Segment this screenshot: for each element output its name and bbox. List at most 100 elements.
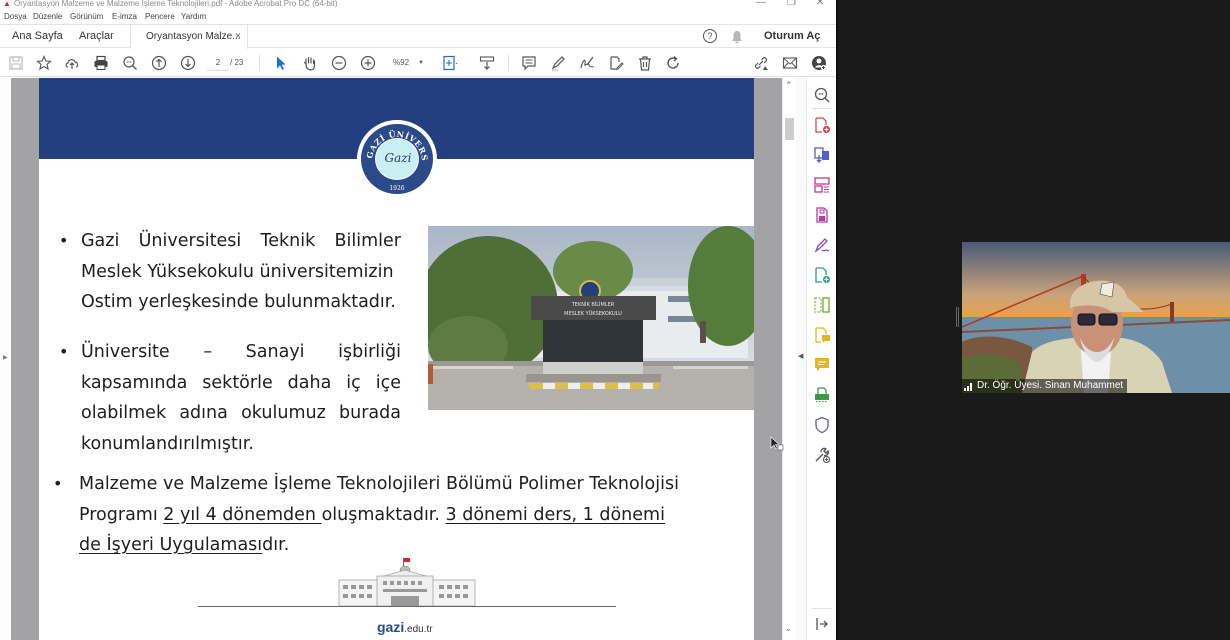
university-building-illustration xyxy=(338,558,476,607)
tools-separator xyxy=(812,608,832,609)
campus-photo: Merkezi TEKNİK BİLİMLER MESLEK YÜKSEKOKU… xyxy=(428,226,754,410)
scroll-down-icon[interactable]: ⌄ xyxy=(785,624,792,633)
word: sektörle xyxy=(202,372,273,393)
tab-home[interactable]: Ana Sayfa xyxy=(12,25,63,48)
participant-video-tile[interactable]: Dr. Öğr. Üyesi. Sinan Muhammet xyxy=(962,242,1230,393)
gazi-domain: .edu.tr xyxy=(404,624,433,635)
window-title: Oryantasyon Malzeme ve Malzeme İşleme Te… xyxy=(14,0,338,8)
menu-bar: Dosya Düzenle Görünüm E-imza Pencere Yar… xyxy=(0,11,836,24)
participant-name: Dr. Öğr. Üyesi. Sinan Muhammet xyxy=(977,380,1124,391)
collapse-right-panel-arrow-icon[interactable]: ◀ xyxy=(798,352,803,360)
compress-pdf-icon[interactable] xyxy=(813,206,831,224)
menu-view[interactable]: Görünüm xyxy=(70,12,103,21)
search-icon[interactable] xyxy=(121,54,139,72)
protect-icon[interactable] xyxy=(813,416,831,434)
create-pdf-icon[interactable] xyxy=(813,116,831,134)
underlined-duration: 2 yıl 4 dönemden xyxy=(163,504,322,525)
text-span: dır. xyxy=(262,535,290,555)
campus-photo-graphic: Merkezi TEKNİK BİLİMLER MESLEK YÜKSEKOKU… xyxy=(428,226,754,410)
email-icon[interactable] xyxy=(781,54,799,72)
zoom-out-icon[interactable] xyxy=(330,54,348,72)
zoom-level-dropdown[interactable]: %92 ▼ xyxy=(388,55,428,71)
word: Teknik xyxy=(260,231,316,251)
hand-icon[interactable] xyxy=(301,54,319,72)
participant-name-tag: Dr. Öğr. Üyesi. Sinan Muhammet xyxy=(962,379,1128,393)
word: okulumuz xyxy=(241,403,326,423)
word: iç xyxy=(346,372,361,393)
text-span: oluşmaktadır. xyxy=(321,504,446,525)
word: Sanayi xyxy=(245,342,305,362)
tab-tools[interactable]: Araçlar xyxy=(79,25,114,48)
bullet-dot: • xyxy=(59,231,69,250)
tab-document[interactable]: Oryantasyon Malze... × xyxy=(130,25,248,49)
underlined-semesters: 3 dönemi ders, 1 dönemi xyxy=(445,504,665,525)
seal-year: 1926 xyxy=(389,185,404,192)
word: burada xyxy=(339,403,401,423)
scrollbar-thumb[interactable] xyxy=(785,118,794,140)
save-icon[interactable] xyxy=(7,54,25,72)
share-link-icon[interactable] xyxy=(752,54,770,72)
scroll-mode-icon[interactable] xyxy=(478,54,496,72)
footer-divider xyxy=(198,606,616,607)
more-tools-icon[interactable] xyxy=(813,446,831,464)
combine-files-icon[interactable] xyxy=(813,296,831,314)
print-icon[interactable] xyxy=(92,54,110,72)
menu-window[interactable]: Pencere xyxy=(145,12,175,21)
notification-bell-icon[interactable] xyxy=(730,25,744,48)
expand-left-panel-icon[interactable]: ▶ xyxy=(3,354,8,361)
scan-icon[interactable] xyxy=(813,386,831,404)
edit-pdf-icon[interactable] xyxy=(607,54,625,72)
underlined-internship: de İşyeri Uygulaması xyxy=(79,535,263,555)
select-arrow-icon[interactable] xyxy=(272,54,290,72)
vertical-scrollbar[interactable]: ⌃ ⌄ xyxy=(782,78,796,640)
right-panel-divider[interactable]: ◀ xyxy=(796,78,806,640)
delete-icon[interactable] xyxy=(636,54,654,72)
word: işbirliği xyxy=(338,342,401,362)
scroll-up-icon[interactable]: ⌃ xyxy=(785,80,793,91)
edit-pdf-icon[interactable] xyxy=(813,266,831,284)
title-bar: ▲ Oryantasyon Malzeme ve Malzeme İşleme … xyxy=(0,0,836,10)
close-window-button[interactable]: ✕ xyxy=(816,0,824,8)
toolbar: 2 / 23 %92 ▼ xyxy=(0,49,836,77)
video-panel-resize-handle[interactable] xyxy=(956,307,959,327)
minimize-button[interactable]: — xyxy=(756,0,766,8)
sign-icon[interactable] xyxy=(578,54,596,72)
tab-bar: Ana Sayfa Araçlar Oryantasyon Malze... ×… xyxy=(0,24,836,49)
word: Üniversitesi xyxy=(138,231,242,251)
highlight-icon[interactable] xyxy=(549,54,567,72)
sign-in-button[interactable]: Oturum Aç xyxy=(764,25,820,48)
menu-help[interactable]: Yardım xyxy=(181,12,206,21)
close-tab-icon[interactable]: × xyxy=(235,25,241,48)
fill-sign-icon[interactable] xyxy=(813,236,831,254)
restore-button[interactable]: ❐ xyxy=(787,0,796,8)
word: Gazi xyxy=(81,231,120,251)
search-icon[interactable] xyxy=(813,86,831,104)
page-total: / 23 xyxy=(230,58,244,67)
word: Üniversite xyxy=(81,342,170,362)
comment-page-icon[interactable] xyxy=(813,326,831,344)
photo-sign-line-1: TEKNİK BİLİMLER xyxy=(571,301,615,308)
collapse-panel-icon[interactable] xyxy=(813,615,831,633)
fit-page-icon[interactable] xyxy=(441,54,459,72)
comment-icon[interactable] xyxy=(520,54,538,72)
comment-icon[interactable] xyxy=(813,356,831,374)
bullet-2-line-4: konumlandırılmıştır. xyxy=(81,433,254,454)
cloud-upload-icon[interactable] xyxy=(63,54,81,72)
menu-edit[interactable]: Düzenle xyxy=(33,12,62,21)
menu-file[interactable]: Dosya xyxy=(4,12,27,21)
document-viewer[interactable]: GAZİ ÜNİVERSİTESİ 1926 Gazi • Gazi Üniver… xyxy=(11,78,782,640)
page-down-icon[interactable] xyxy=(179,54,197,72)
star-icon[interactable] xyxy=(35,54,53,72)
account-icon[interactable] xyxy=(810,54,828,72)
left-panel-toggle[interactable]: ▶ xyxy=(0,78,11,640)
rotate-icon[interactable] xyxy=(664,54,682,72)
help-icon[interactable]: ? xyxy=(703,29,717,43)
participant-video-feed xyxy=(962,242,1230,393)
page-number-input[interactable]: 2 xyxy=(207,55,229,71)
export-pdf-icon[interactable] xyxy=(813,146,831,164)
bullet-dot: • xyxy=(53,474,63,493)
zoom-in-icon[interactable] xyxy=(359,54,377,72)
page-up-icon[interactable] xyxy=(150,54,168,72)
menu-esign[interactable]: E-imza xyxy=(112,12,137,21)
organize-pages-icon[interactable] xyxy=(813,176,831,194)
